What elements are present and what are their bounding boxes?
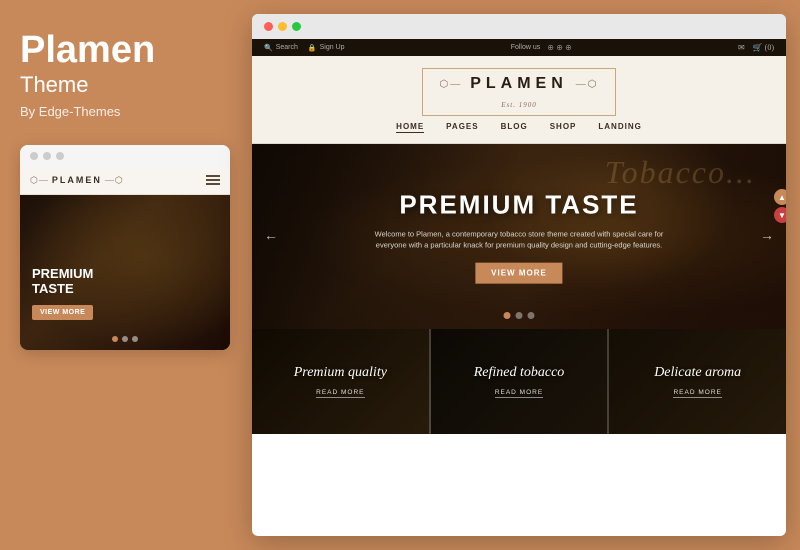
cart-icon[interactable]: 🛒 (0) bbox=[753, 43, 774, 52]
topbar-signup[interactable]: 🔒 Sign Up bbox=[308, 44, 345, 52]
mobile-hero-section: PREMIUM TASTE VIEW MORE bbox=[20, 195, 230, 350]
card-2-readmore[interactable]: READ MORE bbox=[495, 389, 543, 398]
search-icon: 🔍 bbox=[264, 44, 273, 52]
scroll-up-button[interactable]: ▲ bbox=[774, 189, 786, 205]
card-2-title: Refined tobacco bbox=[474, 365, 565, 382]
card-1-content: Premium quality READ MORE bbox=[252, 329, 429, 434]
nav-pages[interactable]: PAGES bbox=[446, 122, 478, 133]
mobile-logo-deco-left: ⬡— bbox=[30, 175, 49, 186]
hero-content: PREMIUM TASTE Welcome to Plamen, a conte… bbox=[305, 189, 732, 284]
left-panel: Plamen Theme By Edge-Themes ⬡— PLAMEN —⬡… bbox=[0, 0, 248, 550]
nav-blog[interactable]: BLOG bbox=[501, 122, 528, 133]
hero-script-text: Tobacco... bbox=[605, 154, 756, 191]
hero-dot-3[interactable] bbox=[528, 312, 535, 319]
mobile-logo-deco-right: —⬡ bbox=[105, 175, 124, 186]
logo-text: PLAMEN bbox=[470, 75, 568, 93]
site-logo-row: ⬡— PLAMEN —⬡ bbox=[439, 75, 598, 93]
mobile-dot-red bbox=[30, 152, 38, 160]
side-scrollbar: ▲ ▼ bbox=[778, 189, 786, 249]
mobile-card-titlebar bbox=[20, 145, 230, 167]
nav-home[interactable]: HOME bbox=[396, 122, 424, 133]
hero-description: Welcome to Plamen, a contemporary tobacc… bbox=[359, 228, 679, 251]
browser-minimize-dot[interactable] bbox=[278, 22, 287, 31]
hero-dot-1[interactable] bbox=[504, 312, 511, 319]
nav-landing[interactable]: LANDING bbox=[598, 122, 641, 133]
mobile-slider-dots bbox=[112, 336, 138, 342]
mobile-site-header: ⬡— PLAMEN —⬡ bbox=[20, 167, 230, 195]
card-3-title: Delicate aroma bbox=[654, 365, 741, 382]
hero-slider-dots bbox=[504, 312, 535, 319]
social-icons: ⊕ ⊕ ⊕ bbox=[547, 43, 572, 52]
site-logo: ⬡— PLAMEN —⬡ Est. 1900 bbox=[422, 68, 615, 116]
card-refined-tobacco: Refined tobacco READ MORE bbox=[431, 329, 610, 434]
mobile-logo-text: PLAMEN bbox=[52, 175, 102, 185]
site-header: ⬡— PLAMEN —⬡ Est. 1900 HOME PAGES BLOG S… bbox=[252, 56, 786, 144]
logo-subtitle: Est. 1900 bbox=[501, 101, 536, 109]
hero-dot-2[interactable] bbox=[516, 312, 523, 319]
mobile-slide-dot-3[interactable] bbox=[132, 336, 138, 342]
hero-cta-button[interactable]: VIEW MORE bbox=[475, 263, 563, 284]
browser-titlebar bbox=[252, 14, 786, 39]
hero-title: PREMIUM TASTE bbox=[305, 189, 732, 220]
browser-maximize-dot[interactable] bbox=[292, 22, 301, 31]
site-hero: Tobacco... PREMIUM TASTE Welcome to Plam… bbox=[252, 144, 786, 329]
site-topbar: 🔍 Search 🔒 Sign Up Follow us ⊕ ⊕ ⊕ ✉ 🛒 (… bbox=[252, 39, 786, 56]
card-1-readmore[interactable]: READ MORE bbox=[316, 389, 364, 398]
site-navigation: HOME PAGES BLOG SHOP LANDING bbox=[272, 116, 766, 135]
logo-deco-left: ⬡— bbox=[439, 79, 462, 90]
feature-cards: Premium quality READ MORE Refined tobacc… bbox=[252, 329, 786, 434]
lock-icon: 🔒 bbox=[308, 44, 317, 52]
mobile-slide-dot-1[interactable] bbox=[112, 336, 118, 342]
mobile-slide-dot-2[interactable] bbox=[122, 336, 128, 342]
app-by: By Edge-Themes bbox=[20, 104, 120, 119]
mobile-logo: ⬡— PLAMEN —⬡ bbox=[30, 175, 124, 186]
mobile-hero-content: PREMIUM TASTE VIEW MORE bbox=[32, 266, 93, 320]
topbar-search[interactable]: 🔍 Search bbox=[264, 44, 298, 52]
mobile-hamburger-icon[interactable] bbox=[206, 175, 220, 185]
app-title: Plamen bbox=[20, 30, 155, 72]
card-3-readmore[interactable]: READ MORE bbox=[673, 389, 721, 398]
mobile-hero-button[interactable]: VIEW MORE bbox=[32, 305, 93, 320]
scroll-down-button[interactable]: ▼ bbox=[774, 207, 786, 223]
browser-window: 🔍 Search 🔒 Sign Up Follow us ⊕ ⊕ ⊕ ✉ 🛒 (… bbox=[252, 14, 786, 536]
nav-shop[interactable]: SHOP bbox=[550, 122, 577, 133]
topbar-followus: Follow us ⊕ ⊕ ⊕ bbox=[511, 43, 572, 52]
card-delicate-aroma: Delicate aroma READ MORE bbox=[609, 329, 786, 434]
hero-prev-arrow[interactable]: ← bbox=[264, 229, 278, 245]
site-topbar-right: ✉ 🛒 (0) bbox=[738, 43, 774, 52]
browser-close-dot[interactable] bbox=[264, 22, 273, 31]
mobile-preview-card: ⬡— PLAMEN —⬡ PREMIUM TASTE VIEW MORE bbox=[20, 145, 230, 350]
app-subtitle: Theme bbox=[20, 72, 88, 98]
mobile-dot-yellow bbox=[43, 152, 51, 160]
logo-deco-right: —⬡ bbox=[576, 79, 599, 90]
mobile-dot-green bbox=[56, 152, 64, 160]
mobile-hero-title: PREMIUM TASTE bbox=[32, 266, 93, 297]
envelope-icon[interactable]: ✉ bbox=[738, 43, 745, 52]
hero-next-arrow[interactable]: → bbox=[760, 229, 774, 245]
card-premium-quality: Premium quality READ MORE bbox=[252, 329, 431, 434]
card-1-title: Premium quality bbox=[294, 365, 387, 382]
card-2-content: Refined tobacco READ MORE bbox=[431, 329, 608, 434]
card-3-content: Delicate aroma READ MORE bbox=[609, 329, 786, 434]
site-topbar-left: 🔍 Search 🔒 Sign Up bbox=[264, 44, 345, 52]
